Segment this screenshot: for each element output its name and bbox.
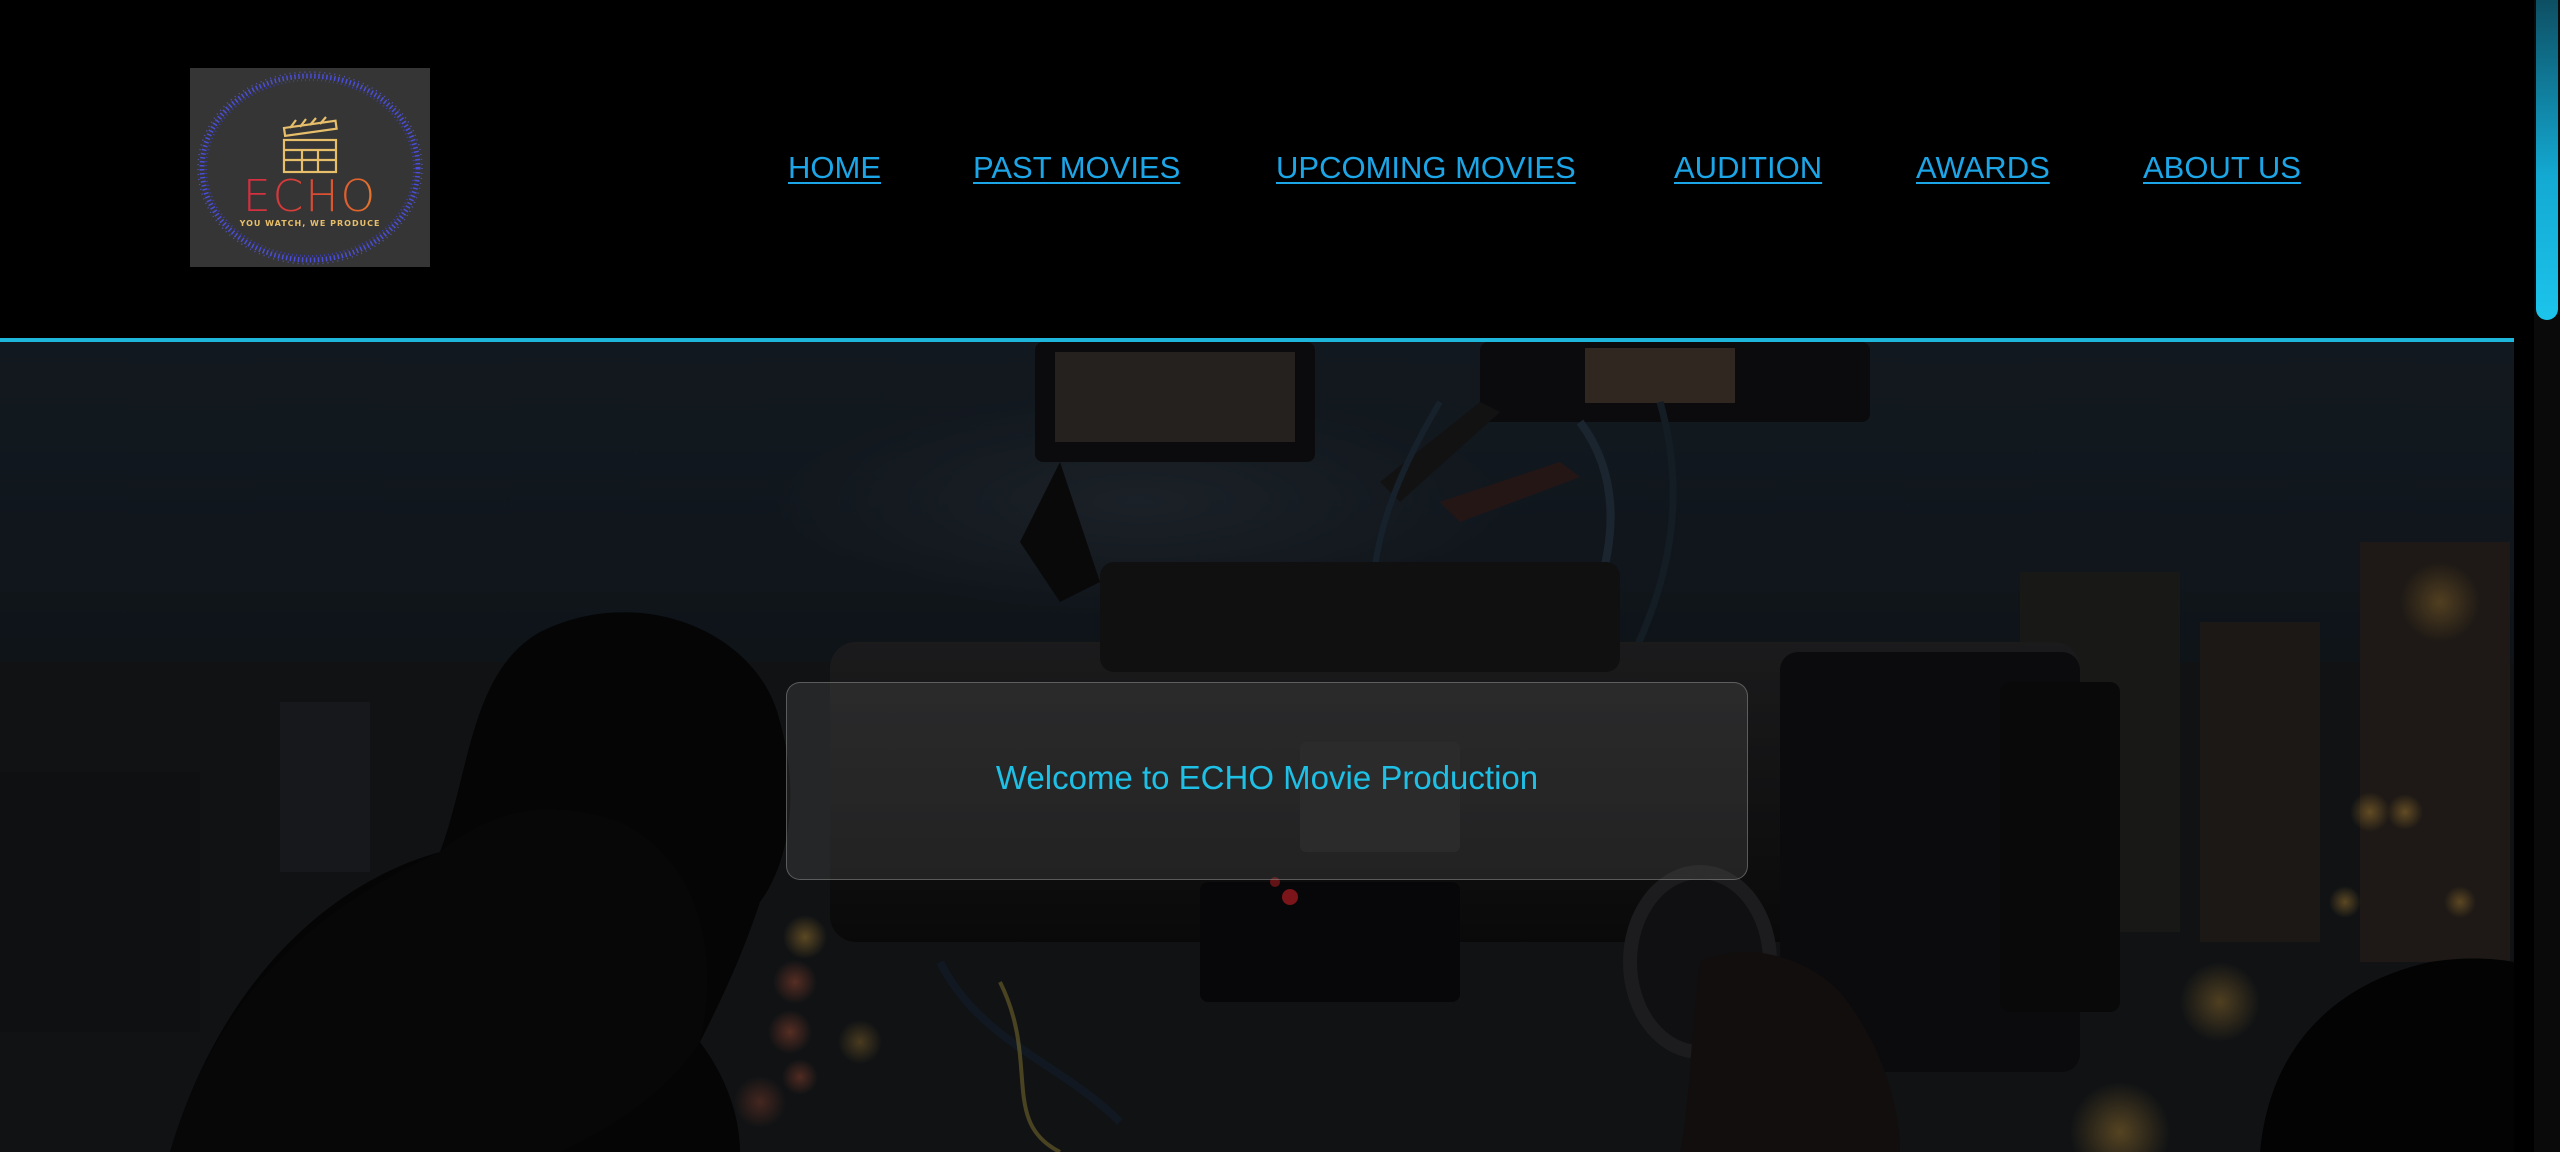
site-header: ECHO YOU WATCH, WE PRODUCE HOME PAST MOV… [0,0,2514,338]
main-nav: HOME PAST MOVIES UPCOMING MOVIES AUDITIO… [0,0,2514,338]
welcome-heading: Welcome to ECHO Movie Production [995,759,1539,796]
browser-viewport: ECHO YOU WATCH, WE PRODUCE HOME PAST MOV… [0,0,2560,1152]
nav-link-past-movies[interactable]: PAST MOVIES [973,148,1180,188]
nav-link-about-us[interactable]: ABOUT US [2143,148,2301,188]
nav-link-awards[interactable]: AWARDS [1916,148,2050,188]
page: ECHO YOU WATCH, WE PRODUCE HOME PAST MOV… [0,0,2514,1152]
scrollbar-thumb[interactable] [2536,0,2558,320]
nav-link-audition[interactable]: AUDITION [1674,148,1822,188]
nav-link-upcoming-movies[interactable]: UPCOMING MOVIES [1276,148,1576,188]
nav-link-home[interactable]: HOME [788,148,881,188]
hero-section: Welcome to ECHO Movie Production [0,342,2514,1152]
welcome-card: Welcome to ECHO Movie Production [786,682,1748,880]
